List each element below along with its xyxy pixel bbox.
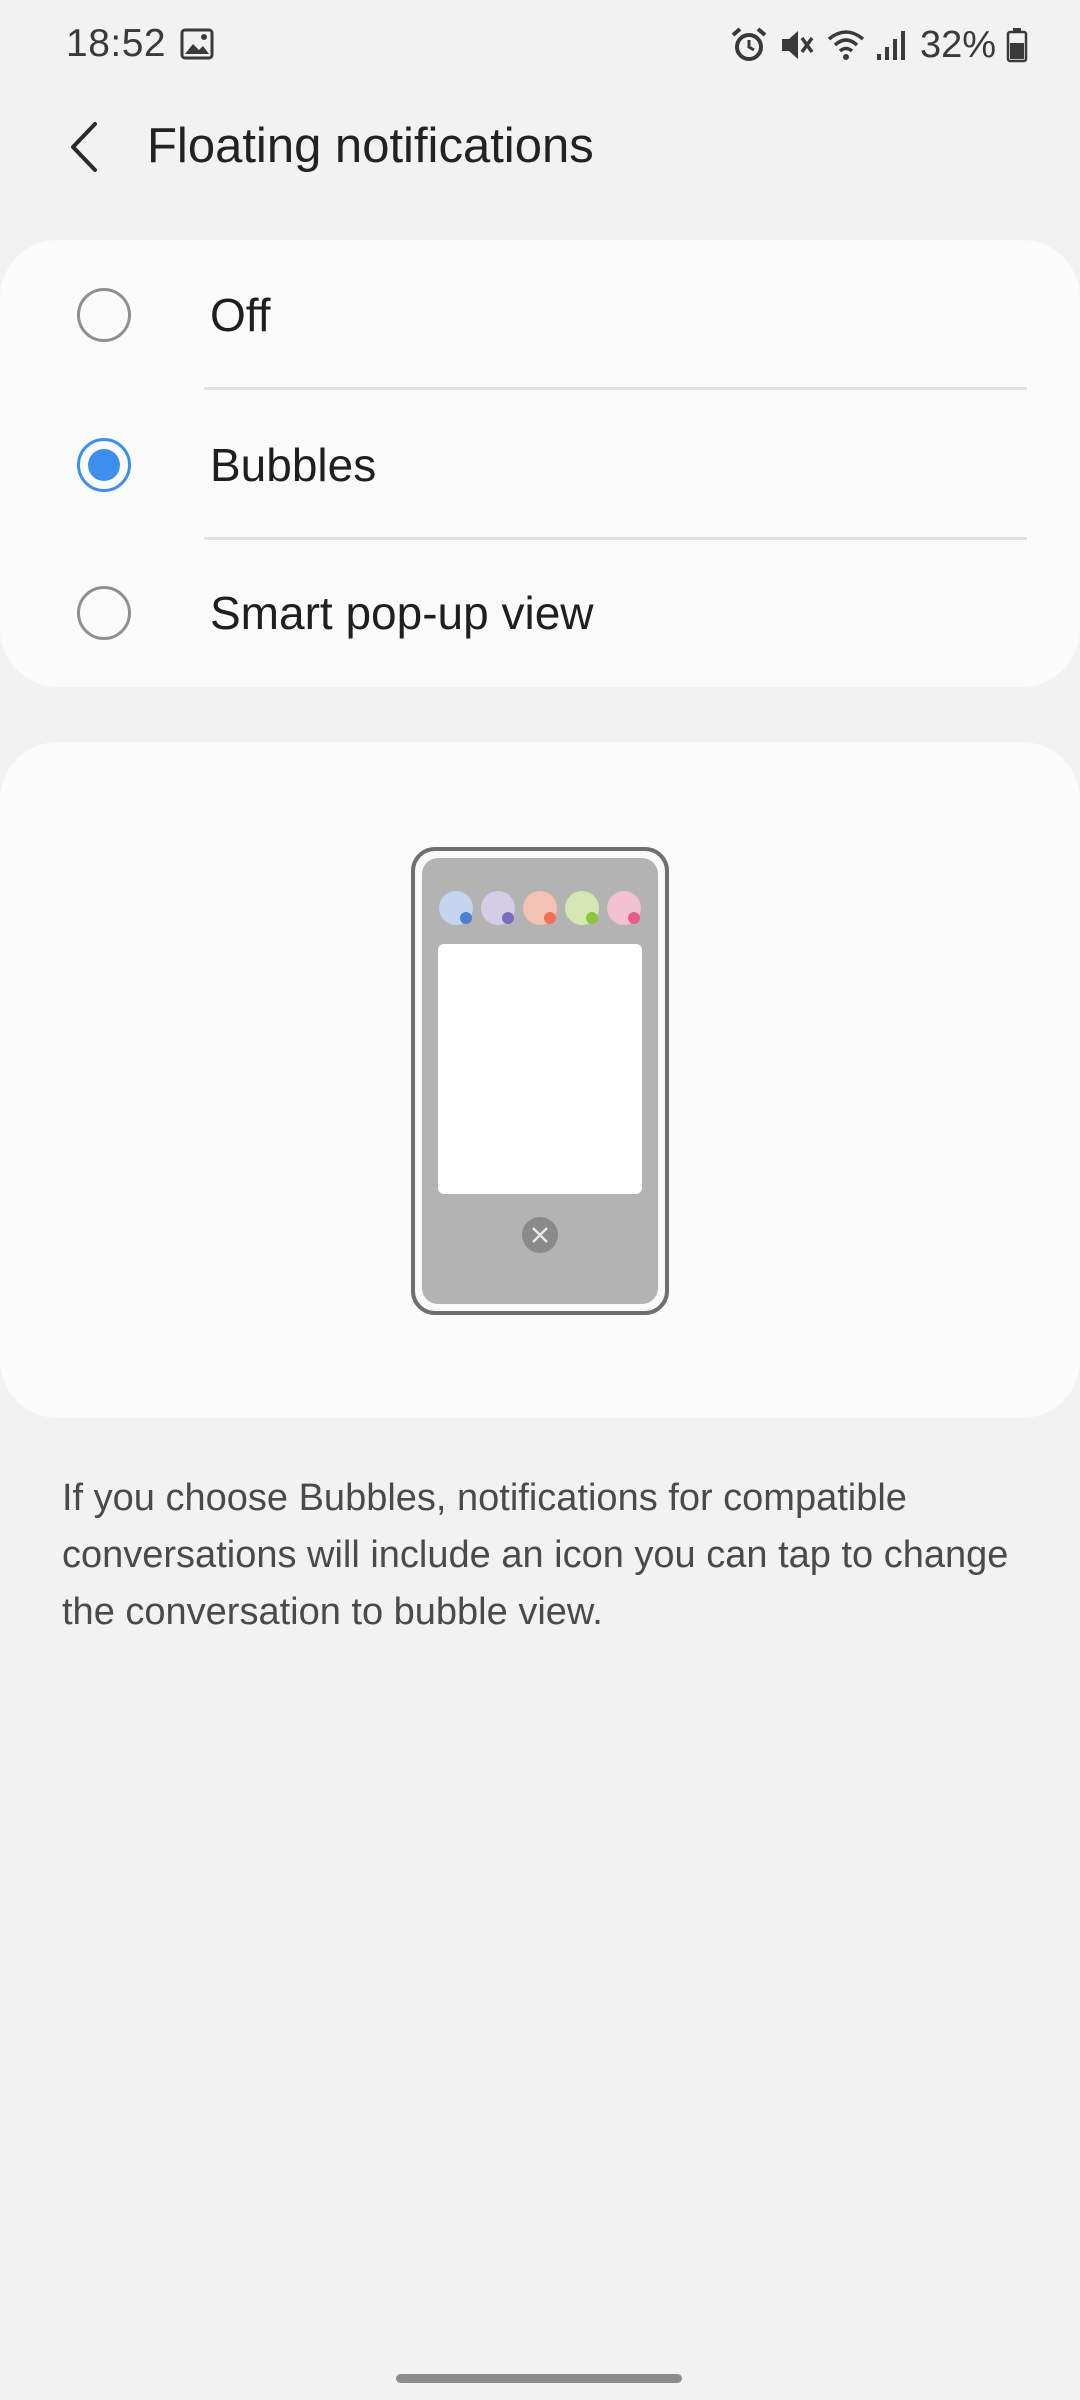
back-button[interactable] [48,114,118,184]
option-smart-popup[interactable]: Smart pop-up view [0,538,1080,688]
radio-off[interactable] [77,288,131,342]
option-label-off: Off [210,289,271,341]
bubble-popup-window [438,944,642,1194]
bubbles-phone-illustration [411,847,669,1315]
gallery-icon [180,28,214,65]
app-bar: Floating notifications [0,100,1080,196]
bubble-icon [607,891,641,925]
page-title: Floating notifications [147,119,594,173]
option-off[interactable]: Off [0,240,1080,390]
wifi-icon [826,27,866,63]
status-bar: 18:52 32% [0,0,1080,92]
signal-icon [876,28,906,62]
radio-bubbles[interactable] [77,438,131,492]
home-indicator[interactable] [396,2374,682,2383]
illustration-card [0,742,1080,1418]
description-text: If you choose Bubbles, notifications for… [62,1477,1009,1633]
mute-icon [778,26,816,64]
battery-icon [1006,27,1028,63]
battery-percent: 32% [919,23,996,66]
status-icons: 32% [730,20,1028,70]
bubble-icon [481,891,515,925]
chevron-left-icon [65,120,101,179]
options-card: Off Bubbles Smart pop-up view [0,240,1080,687]
bubble-icon [523,891,557,925]
status-time: 18:52 [66,22,167,65]
option-label-bubbles: Bubbles [210,439,377,491]
bubble-icon [439,891,473,925]
bubble-icon [565,891,599,925]
alarm-icon [730,26,768,64]
radio-smart-popup[interactable] [77,586,131,640]
option-bubbles[interactable]: Bubbles [0,390,1080,540]
close-icon [522,1217,558,1253]
option-label-smart-popup: Smart pop-up view [210,587,594,639]
